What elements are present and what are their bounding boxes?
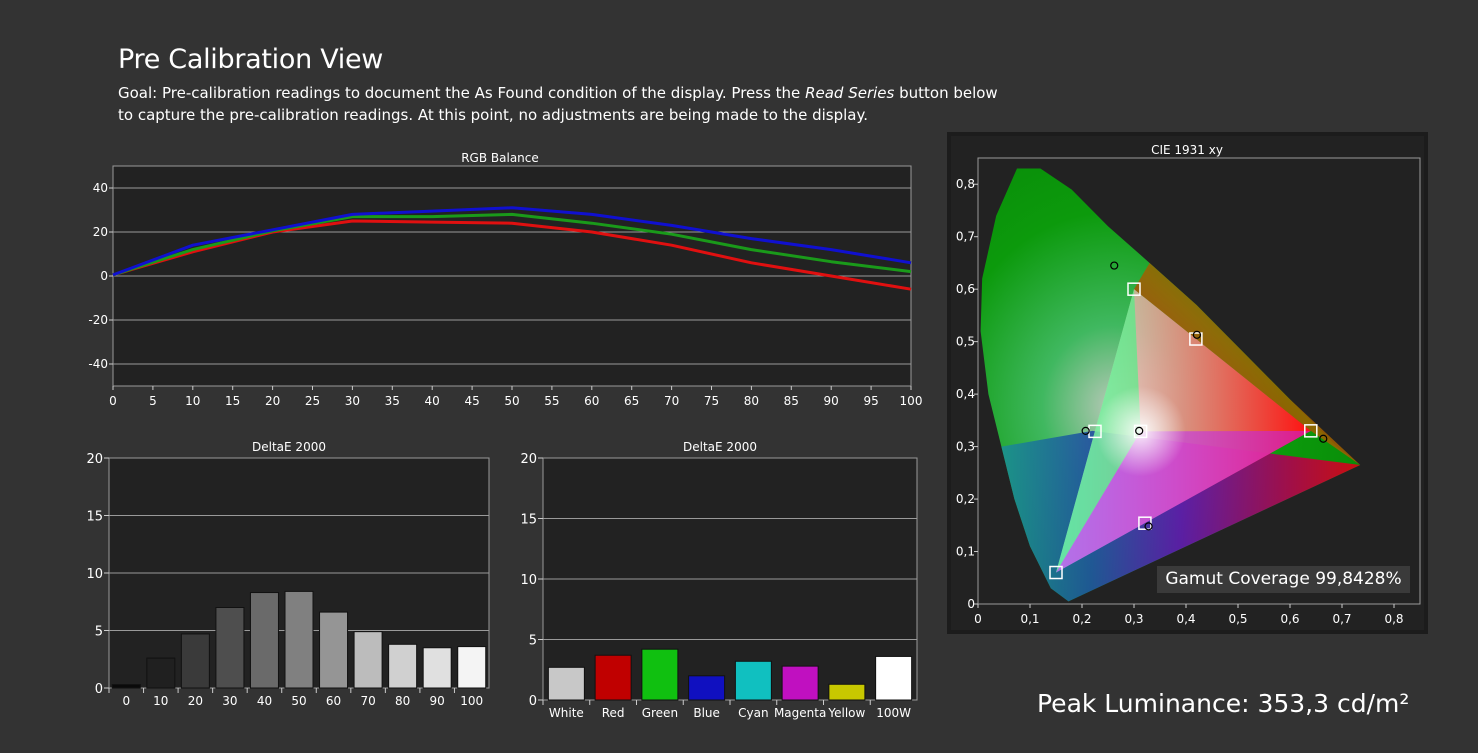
y-tick-label: 0,4 [956,387,975,401]
bar-Red [594,654,632,701]
peak-luminance: Peak Luminance: 353,3 cd/m² [1037,689,1410,718]
bar-Cyan [734,660,772,701]
x-tick-label: Red [602,706,625,720]
y-tick-label: 0 [967,597,975,611]
x-tick-label: 0,2 [1072,612,1091,626]
x-tick-label: 0,7 [1332,612,1351,626]
bar-Magenta [781,665,819,701]
x-tick-label: 0,8 [1384,612,1403,626]
y-tick-label: 0,6 [956,282,975,296]
x-tick-label: 100W [876,706,911,720]
x-tick-label: Cyan [738,706,768,720]
gamut-coverage-label: Gamut Coverage 99,8428% [1157,566,1410,593]
x-tick-label: 0,3 [1124,612,1143,626]
bar-Yellow [828,683,866,701]
bar-White [547,666,585,701]
chart-title: CIE 1931 xy [1151,143,1223,157]
y-tick-label: 0,3 [956,440,975,454]
bar-Green [641,648,679,701]
y-tick-label: 0 [529,694,537,709]
y-tick-label: 0,2 [956,492,975,506]
x-tick-label: 0 [974,612,982,626]
y-tick-label: 0,7 [956,230,975,244]
x-tick-label: 0,4 [1176,612,1195,626]
x-tick-label: Yellow [827,706,865,720]
bar-Blue [688,675,726,701]
bar-100W [875,655,913,701]
x-tick-label: Magenta [774,706,826,720]
y-tick-label: 0,5 [956,335,975,349]
white-point-glow [1095,386,1186,477]
cie-chromaticity-chart: CIE 1931 xy 0 0,1 0,2 0,3 0,4 0,5 0,6 0,7 0,8 0 0,… [956,143,1421,626]
x-tick-label: 0,1 [1020,612,1039,626]
x-tick-label: 0,6 [1280,612,1299,626]
y-tick-label: 0,8 [956,177,975,191]
x-tick-label: 0,5 [1228,612,1247,626]
x-tick-label: Green [642,706,678,720]
x-tick-label: Blue [693,706,720,720]
x-tick-label: White [549,706,584,720]
y-tick-label: 0,1 [956,545,975,559]
